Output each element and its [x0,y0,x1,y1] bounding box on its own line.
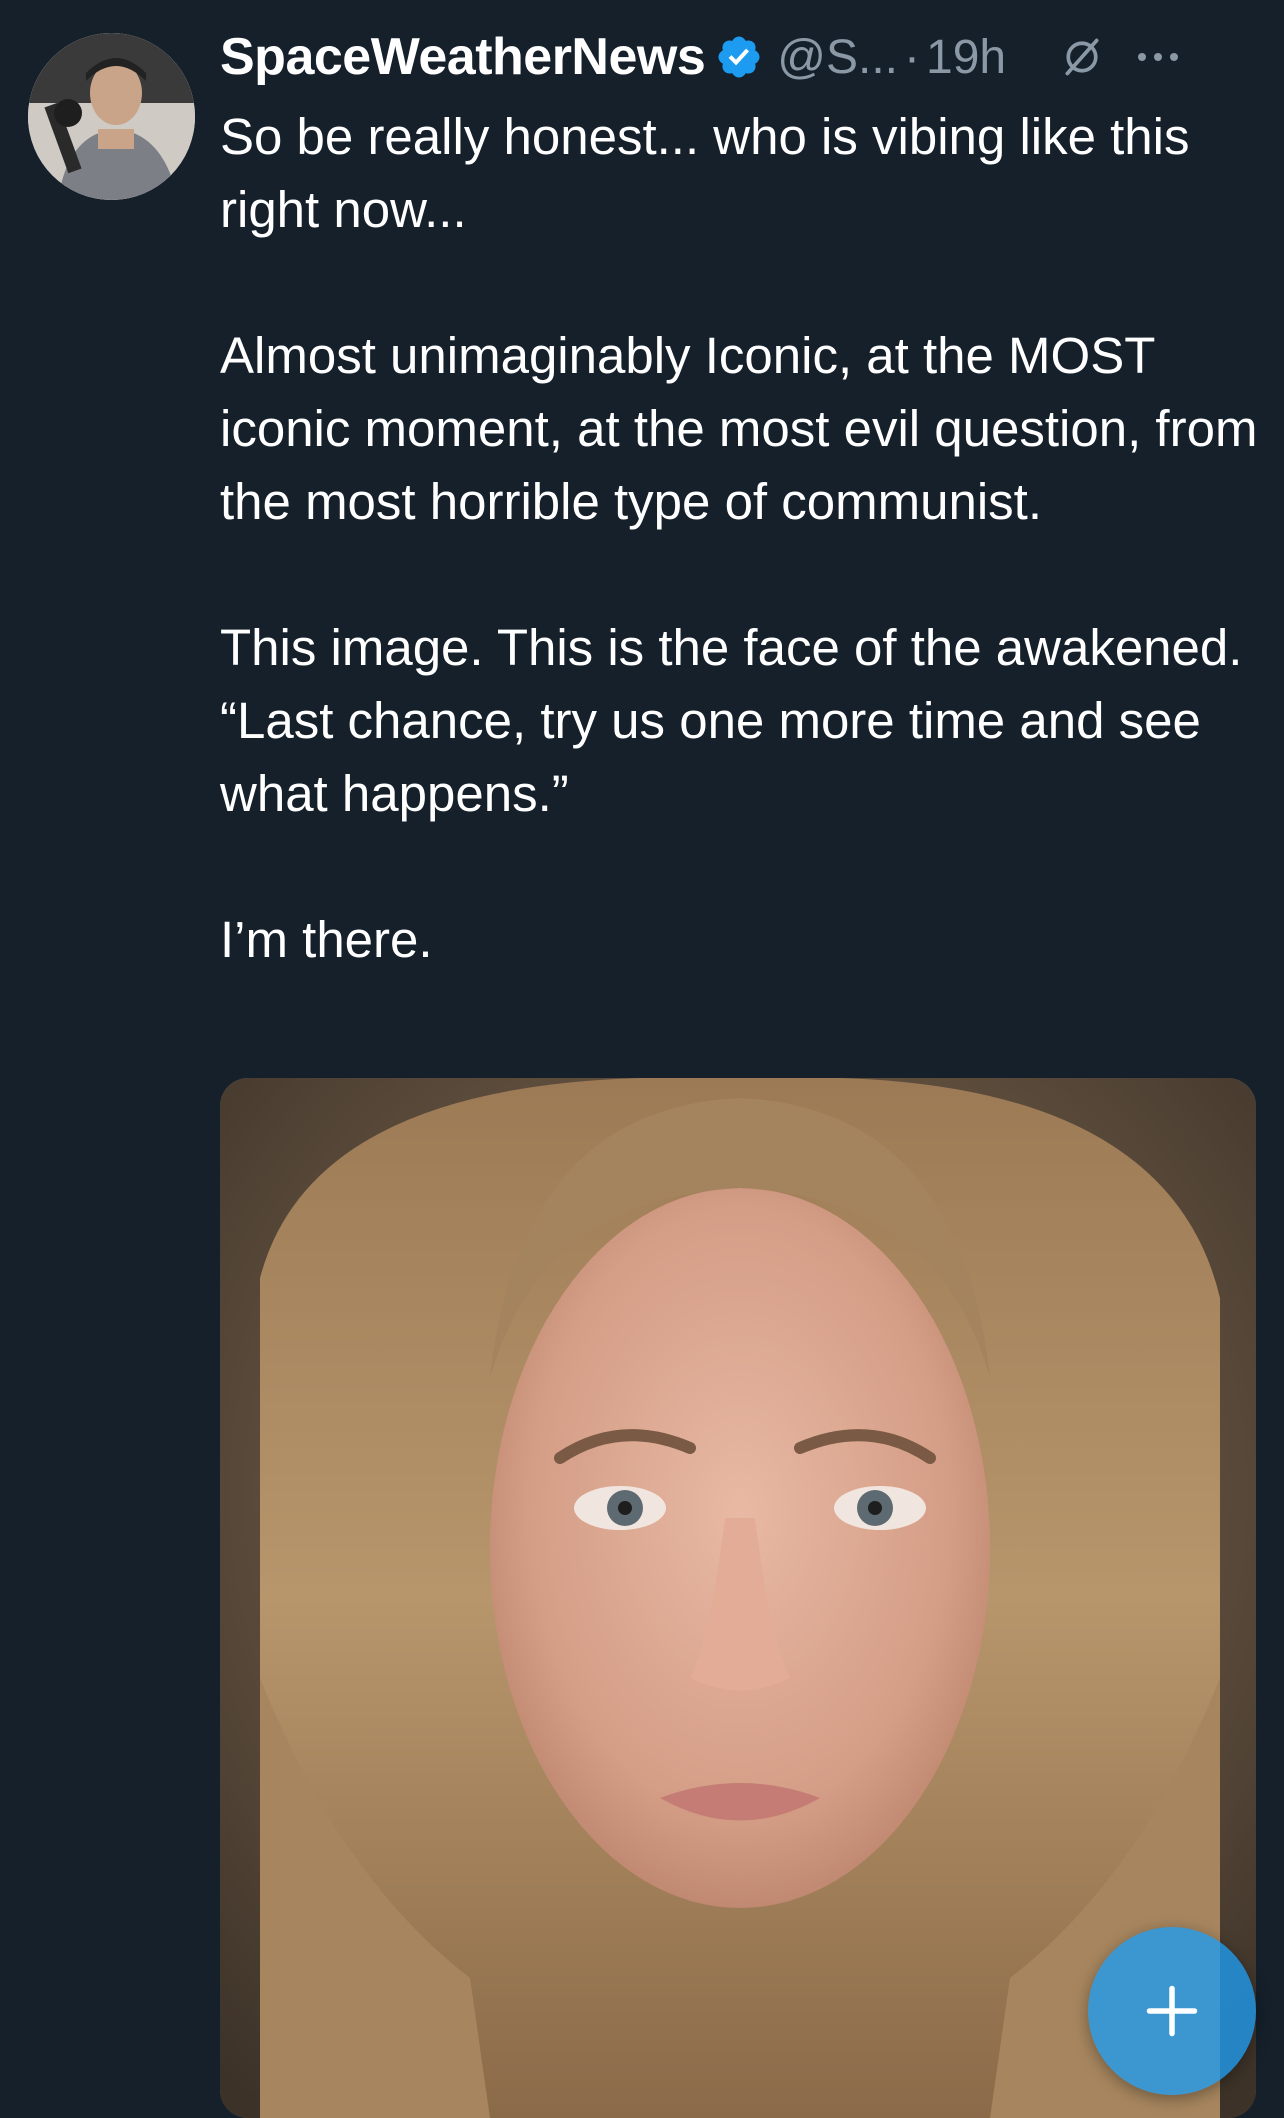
plus-icon [1146,1985,1198,2037]
display-name[interactable]: SpaceWeatherNews [220,27,706,87]
tweet[interactable]: SpaceWeatherNews @S... · 19h So be reall… [0,0,1284,2118]
handle[interactable]: @S... [777,30,898,85]
tweet-header: SpaceWeatherNews @S... · 19h [220,22,1264,92]
more-options-icon[interactable] [1134,47,1182,67]
grok-icon[interactable] [1060,35,1104,79]
avatar[interactable] [28,33,195,200]
timestamp[interactable]: 19h [926,30,1006,85]
separator-dot: · [904,30,920,84]
tweet-text: So be really honest... who is vibing lik… [220,100,1260,976]
tweet-paragraph: Almost unimaginably Iconic, at the MOST … [220,327,1258,530]
tweet-paragraph: So be really honest... who is vibing lik… [220,108,1190,238]
tweet-paragraph: I’m there. [220,911,433,968]
verified-badge-icon [715,33,763,81]
avatar-image [28,33,195,200]
tweet-paragraph: This image. This is the face of the awak… [220,619,1243,822]
tweet-media-image[interactable] [220,1078,1256,2118]
compose-button[interactable] [1088,1927,1256,2095]
